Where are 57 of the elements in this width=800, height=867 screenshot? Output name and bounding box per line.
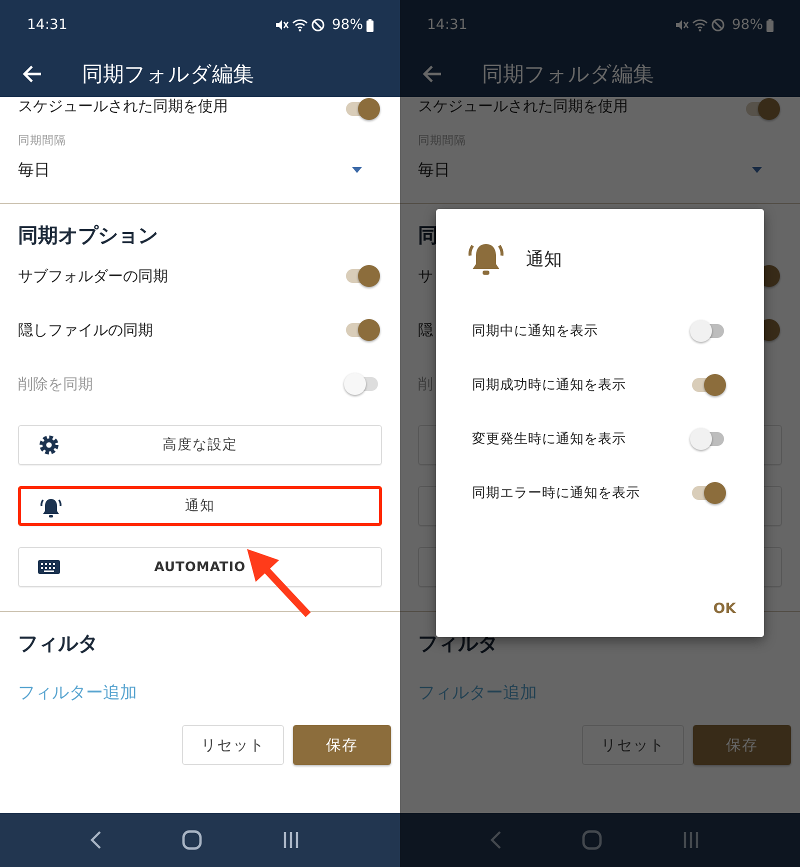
setting-label: スケジュールされた同期を使用 [418,97,628,117]
setting-label: 隠しファイルの同期 [18,320,153,340]
battery-icon [766,18,774,32]
dropdown-value: 毎日 [18,160,50,180]
setting-label: 同期成功時に通知を表示 [472,376,626,394]
setting-label: スケジュールされた同期を使用 [18,97,228,117]
app-bar-title: 同期フォルダ編集 [482,60,654,88]
mute-icon [674,18,689,32]
wifi-icon [292,18,308,32]
status-time: 14:31 [27,17,68,33]
blocked-icon [310,18,325,32]
battery-icon [366,18,374,32]
action-button[interactable]: AUTOMATIO [18,547,382,587]
dialog-title: 通知 [526,248,562,271]
toggle-switch[interactable] [690,481,726,505]
bell-icon [39,496,63,520]
reset-button[interactable]: リセット [182,725,284,765]
action-button[interactable]: 高度な設定 [18,425,382,465]
blocked-icon [710,18,725,32]
back-icon[interactable] [90,830,102,850]
toggle-switch[interactable] [344,318,380,342]
setting-label: 変更発生時に通知を表示 [472,430,626,448]
toggle-switch[interactable] [690,373,726,397]
action-button[interactable]: 通知 [18,486,382,526]
toggle-switch[interactable] [690,427,726,451]
setting-label: 同期中に通知を表示 [472,322,598,340]
save-button[interactable]: 保存 [293,725,391,765]
battery-level: 98% [732,17,763,33]
wifi-icon [692,18,708,32]
section-title: フィルタ [18,630,99,657]
interval-dropdown[interactable]: 毎日 [400,152,800,188]
toggle-switch[interactable] [690,319,726,343]
dropdown-caret-icon [752,167,762,173]
toggle-switch[interactable] [744,97,780,121]
battery-level: 98% [332,17,363,33]
setting-label: サブフォルダーの同期 [18,266,168,286]
setting-label: 隠 [418,320,433,340]
setting-label: 同期エラー時に通知を表示 [472,484,640,502]
add-filter-link[interactable]: フィルター追加 [18,681,400,704]
reset-button[interactable]: リセット [582,725,684,765]
mute-icon [274,18,289,32]
section-title: 同 [418,222,439,249]
recent-apps-icon[interactable] [282,831,300,849]
interval-dropdown[interactable]: 毎日 [0,152,400,188]
setting-label: 削除を同期 [18,374,93,394]
ok-button[interactable]: OK [703,595,746,623]
toggle-switch[interactable] [344,97,380,121]
app-bar-title: 同期フォルダ編集 [82,60,254,88]
section-title: 同期オプション [18,222,159,249]
field-label: 同期間隔 [18,133,67,148]
dropdown-value: 毎日 [418,160,450,180]
toggle-switch[interactable] [344,264,380,288]
dropdown-caret-icon [352,167,362,173]
gear-icon [37,433,61,457]
setting-label: サ [418,266,433,286]
home-icon[interactable] [182,830,202,850]
status-time: 14:31 [427,17,468,33]
